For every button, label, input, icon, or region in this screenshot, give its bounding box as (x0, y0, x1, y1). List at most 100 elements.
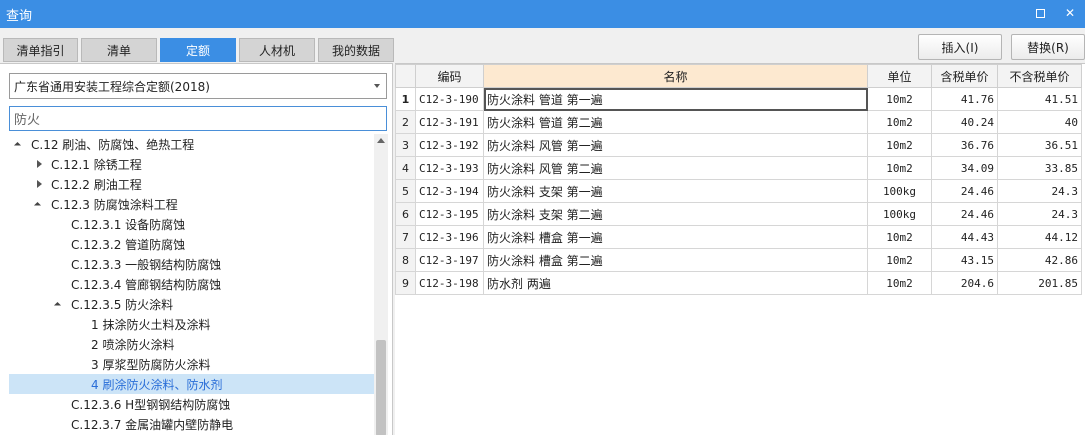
item-unit[interactable]: 10m2 (867, 248, 932, 272)
item-name[interactable]: 防水剂 两遍 (483, 271, 868, 295)
item-price-tax[interactable]: 36.76 (931, 133, 998, 157)
collapse-triangle-icon[interactable] (33, 158, 45, 170)
item-code[interactable]: C12-3-194 (415, 179, 484, 203)
tab-bill-guide[interactable]: 清单指引 (3, 38, 78, 62)
table-row[interactable]: 5 C12-3-194 防火涂料 支架 第一遍 100kg 24.46 24.3 (395, 179, 1082, 203)
item-price-notax[interactable]: 42.86 (997, 248, 1082, 272)
tree-scrollbar[interactable] (374, 134, 388, 435)
item-code[interactable]: C12-3-193 (415, 156, 484, 180)
row-index[interactable]: 3 (395, 133, 416, 157)
item-price-tax[interactable]: 43.15 (931, 248, 998, 272)
row-index[interactable]: 9 (395, 271, 416, 295)
item-name[interactable]: 防火涂料 管道 第一遍 (483, 87, 868, 111)
item-unit[interactable]: 10m2 (867, 225, 932, 249)
tree-node[interactable]: C.12.3.4 管廊钢结构防腐蚀 (9, 274, 374, 294)
tree-node[interactable]: C.12.1 除锈工程 (9, 154, 374, 174)
item-name[interactable]: 防火涂料 管道 第二遍 (483, 110, 868, 134)
item-code[interactable]: C12-3-198 (415, 271, 484, 295)
search-input[interactable] (9, 106, 387, 131)
expand-triangle-icon[interactable] (13, 138, 25, 150)
tree-node[interactable]: C.12.3.1 设备防腐蚀 (9, 214, 374, 234)
item-price-tax[interactable]: 24.46 (931, 202, 998, 226)
tree-node[interactable]: 3 厚浆型防腐防火涂料 (9, 354, 374, 374)
item-price-tax[interactable]: 24.46 (931, 179, 998, 203)
quota-library-select[interactable]: 广东省通用安装工程综合定额(2018) (9, 73, 387, 99)
expand-triangle-icon[interactable] (33, 198, 45, 210)
close-icon[interactable]: ✕ (1063, 6, 1077, 20)
maximize-icon[interactable] (1033, 6, 1047, 20)
row-index[interactable]: 8 (395, 248, 416, 272)
item-price-tax[interactable]: 204.6 (931, 271, 998, 295)
insert-button[interactable]: 插入(I) (918, 34, 1002, 60)
table-row[interactable]: 9 C12-3-198 防水剂 两遍 10m2 204.6 201.85 (395, 271, 1082, 295)
table-row[interactable]: 3 C12-3-192 防火涂料 风管 第一遍 10m2 36.76 36.51 (395, 133, 1082, 157)
item-price-notax[interactable]: 40 (997, 110, 1082, 134)
item-code[interactable]: C12-3-196 (415, 225, 484, 249)
tab-labor-material-machine[interactable]: 人材机 (239, 38, 315, 62)
table-row[interactable]: 2 C12-3-191 防火涂料 管道 第二遍 10m2 40.24 40 (395, 110, 1082, 134)
table-row[interactable]: 1 C12-3-190 防火涂料 管道 第一遍 10m2 41.76 41.51 (395, 87, 1082, 111)
item-name[interactable]: 防火涂料 风管 第二遍 (483, 156, 868, 180)
item-price-tax[interactable]: 44.43 (931, 225, 998, 249)
item-price-tax[interactable]: 41.76 (931, 87, 998, 111)
item-code[interactable]: C12-3-195 (415, 202, 484, 226)
item-price-notax[interactable]: 201.85 (997, 271, 1082, 295)
column-header-name[interactable]: 名称 (483, 64, 868, 88)
item-name[interactable]: 防火涂料 槽盒 第一遍 (483, 225, 868, 249)
item-price-notax[interactable]: 24.3 (997, 202, 1082, 226)
tree-node[interactable]: C.12.3 防腐蚀涂料工程 (9, 194, 374, 214)
tree-node[interactable]: 2 喷涂防火涂料 (9, 334, 374, 354)
tree-node[interactable]: C.12.3.5 防火涂料 (9, 294, 374, 314)
tree-node[interactable]: 1 抹涂防火土料及涂料 (9, 314, 374, 334)
item-price-notax[interactable]: 44.12 (997, 225, 1082, 249)
scrollbar-thumb[interactable] (376, 340, 386, 435)
tree-node[interactable]: 4 刷涂防火涂料、防水剂 (9, 374, 374, 394)
item-price-notax[interactable]: 33.85 (997, 156, 1082, 180)
chevron-down-icon[interactable] (374, 84, 380, 88)
tab-my-data[interactable]: 我的数据 (318, 38, 394, 62)
item-price-notax[interactable]: 36.51 (997, 133, 1082, 157)
row-index[interactable]: 2 (395, 110, 416, 134)
column-header-code[interactable]: 编码 (415, 64, 484, 88)
collapse-triangle-icon[interactable] (33, 178, 45, 190)
item-unit[interactable]: 10m2 (867, 87, 932, 111)
item-name[interactable]: 防火涂料 支架 第一遍 (483, 179, 868, 203)
column-header-price-notax[interactable]: 不含税单价 (997, 64, 1082, 88)
tree-node[interactable]: C.12.3.6 H型钢钢结构防腐蚀 (9, 394, 374, 414)
item-unit[interactable]: 100kg (867, 179, 932, 203)
tree-node[interactable]: C.12.3.3 一般钢结构防腐蚀 (9, 254, 374, 274)
row-index[interactable]: 7 (395, 225, 416, 249)
item-name[interactable]: 防火涂料 风管 第一遍 (483, 133, 868, 157)
row-index[interactable]: 4 (395, 156, 416, 180)
column-header-price-tax[interactable]: 含税单价 (931, 64, 998, 88)
row-index[interactable]: 1 (395, 87, 416, 111)
replace-button[interactable]: 替换(R) (1011, 34, 1085, 60)
item-code[interactable]: C12-3-191 (415, 110, 484, 134)
table-row[interactable]: 4 C12-3-193 防火涂料 风管 第二遍 10m2 34.09 33.85 (395, 156, 1082, 180)
item-code[interactable]: C12-3-197 (415, 248, 484, 272)
item-name[interactable]: 防火涂料 槽盒 第二遍 (483, 248, 868, 272)
item-unit[interactable]: 10m2 (867, 271, 932, 295)
item-unit[interactable]: 10m2 (867, 110, 932, 134)
column-header-unit[interactable]: 单位 (867, 64, 932, 88)
item-price-tax[interactable]: 34.09 (931, 156, 998, 180)
item-unit[interactable]: 100kg (867, 202, 932, 226)
tree-node[interactable]: C.12.3.7 金属油罐内壁防静电 (9, 414, 374, 434)
item-name[interactable]: 防火涂料 支架 第二遍 (483, 202, 868, 226)
table-row[interactable]: 8 C12-3-197 防火涂料 槽盒 第二遍 10m2 43.15 42.86 (395, 248, 1082, 272)
item-unit[interactable]: 10m2 (867, 156, 932, 180)
tree-node[interactable]: C.12 刷油、防腐蚀、绝热工程 (9, 134, 374, 154)
row-index[interactable]: 5 (395, 179, 416, 203)
row-index[interactable]: 6 (395, 202, 416, 226)
tree-node[interactable]: C.12.2 刷油工程 (9, 174, 374, 194)
item-price-notax[interactable]: 41.51 (997, 87, 1082, 111)
tab-bill[interactable]: 清单 (81, 38, 157, 62)
item-price-tax[interactable]: 40.24 (931, 110, 998, 134)
table-row[interactable]: 7 C12-3-196 防火涂料 槽盒 第一遍 10m2 44.43 44.12 (395, 225, 1082, 249)
item-code[interactable]: C12-3-190 (415, 87, 484, 111)
scroll-up-icon[interactable] (377, 138, 385, 143)
item-unit[interactable]: 10m2 (867, 133, 932, 157)
item-code[interactable]: C12-3-192 (415, 133, 484, 157)
item-price-notax[interactable]: 24.3 (997, 179, 1082, 203)
table-row[interactable]: 6 C12-3-195 防火涂料 支架 第二遍 100kg 24.46 24.3 (395, 202, 1082, 226)
